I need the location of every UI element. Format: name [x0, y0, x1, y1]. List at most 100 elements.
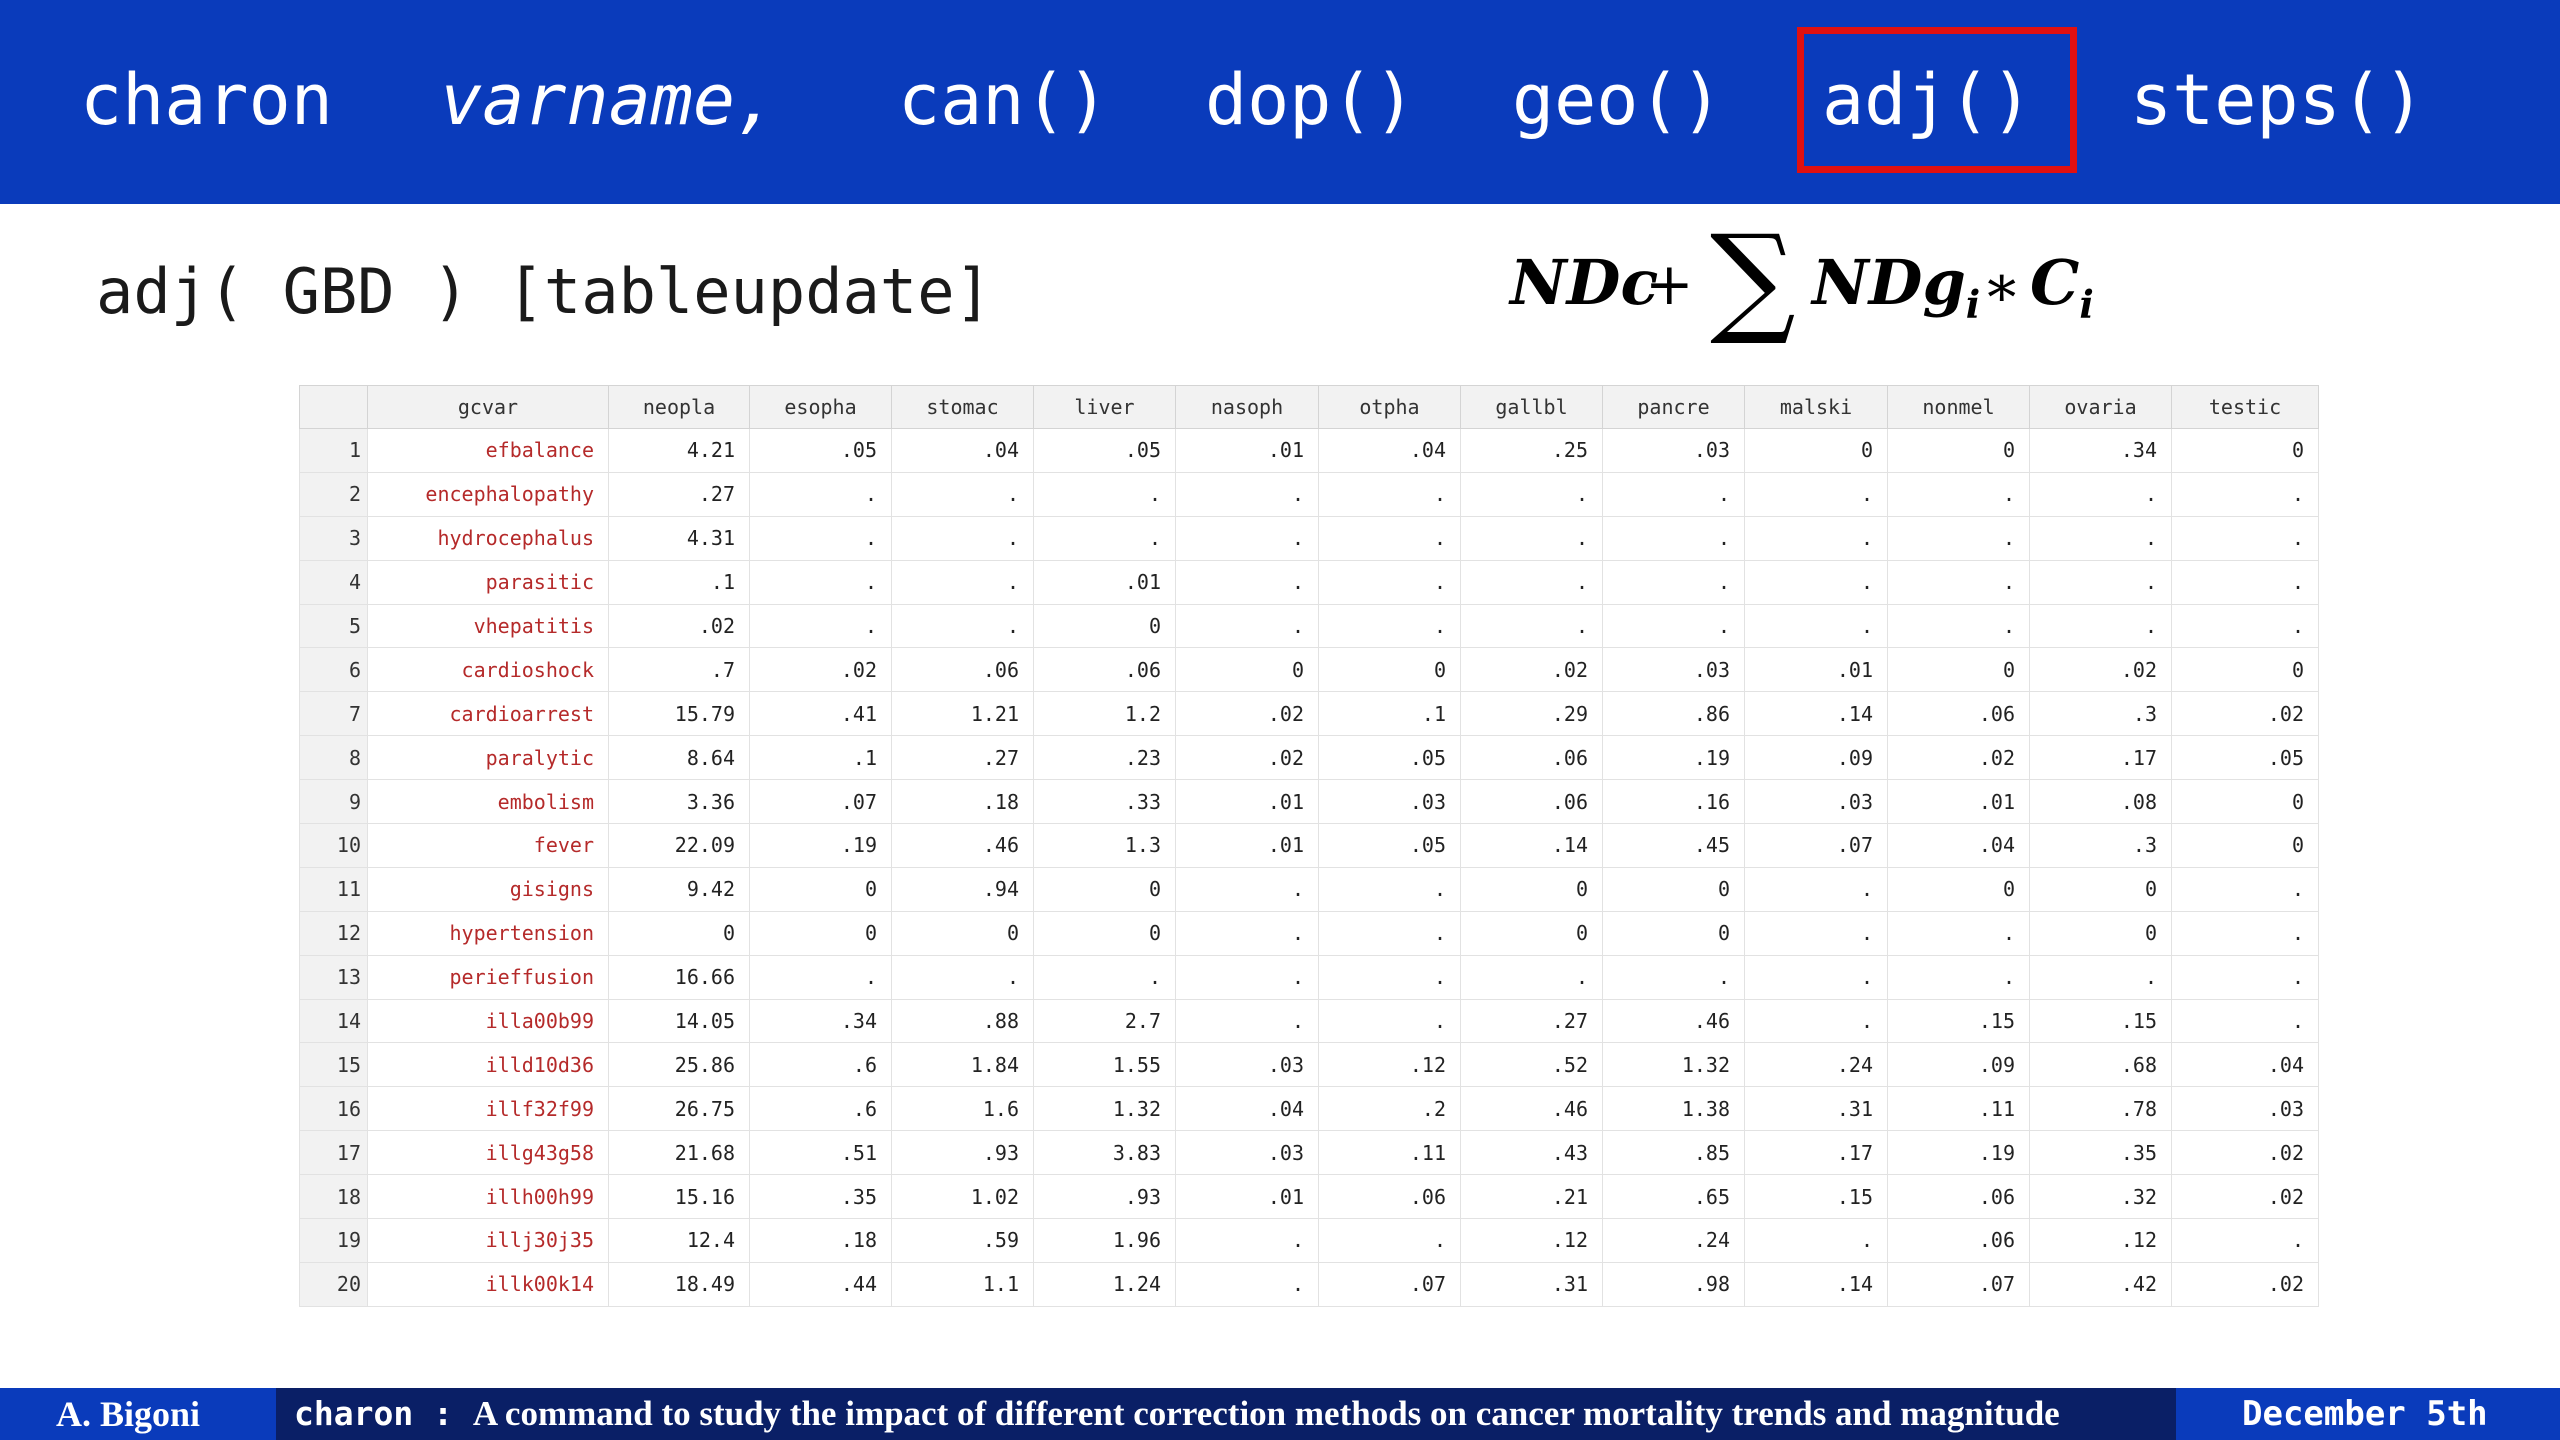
- cell-ovaria[interactable]: .: [2029, 954, 2172, 1000]
- cell-gcvar[interactable]: parasitic: [367, 559, 609, 605]
- cell-ovaria[interactable]: .: [2029, 559, 2172, 605]
- column-header-nasoph[interactable]: nasoph: [1175, 385, 1319, 429]
- cell-gcvar[interactable]: encephalopathy: [367, 471, 609, 517]
- cell-stomac[interactable]: .93: [891, 1130, 1034, 1176]
- cell-neopla[interactable]: 22.09: [608, 823, 750, 868]
- cell-pancre[interactable]: .03: [1602, 428, 1745, 473]
- cell-gcvar[interactable]: hydrocephalus: [367, 515, 609, 561]
- cell-gallbl[interactable]: .46: [1460, 1086, 1603, 1132]
- cell-neopla[interactable]: 25.86: [608, 1042, 750, 1088]
- cell-liver[interactable]: 3.83: [1033, 1130, 1176, 1176]
- table-row[interactable]: 12 hypertension 0 0 0 0.. 0 0.. 0.: [299, 910, 2319, 956]
- cell-gcvar[interactable]: paralytic: [367, 735, 609, 781]
- cell-stomac[interactable]: .88: [891, 998, 1034, 1044]
- cell-esopha[interactable]: .1: [749, 735, 892, 781]
- cell-esopha[interactable]: .19: [749, 823, 892, 868]
- column-header-ovaria[interactable]: ovaria: [2029, 385, 2172, 429]
- row-number[interactable]: 11: [299, 866, 368, 912]
- cell-otpha[interactable]: .: [1318, 1218, 1461, 1263]
- cell-otpha[interactable]: .1: [1318, 691, 1461, 737]
- cell-otpha[interactable]: .12: [1318, 1042, 1461, 1088]
- row-number[interactable]: 8: [299, 735, 368, 781]
- cell-nonmel[interactable]: .04: [1887, 823, 2030, 868]
- table-row[interactable]: 16 illf32f99 26.75.6 1.6 1.32.04.2.46 1.38.31…: [299, 1086, 2319, 1132]
- table-row[interactable]: 5 vhepatitis .02.. 0........: [299, 603, 2319, 649]
- cell-malski[interactable]: 0: [1744, 428, 1888, 473]
- table-row[interactable]: 13 perieffusion 16.66...........: [299, 954, 2319, 1000]
- cell-neopla[interactable]: 26.75: [608, 1086, 750, 1132]
- cell-testic[interactable]: .02: [2171, 1130, 2319, 1176]
- row-number[interactable]: 7: [299, 691, 368, 737]
- cell-stomac[interactable]: .46: [891, 823, 1034, 868]
- cell-pancre[interactable]: .98: [1602, 1261, 1745, 1307]
- cell-testic[interactable]: .02: [2171, 1174, 2319, 1220]
- table-row[interactable]: 2 encephalopathy .27...........: [299, 471, 2319, 517]
- cell-gallbl[interactable]: .: [1460, 515, 1603, 561]
- table-row[interactable]: 15 illd10d36 25.86.6 1.84 1.55.03.12.52 1.32.…: [299, 1042, 2319, 1088]
- cell-pancre[interactable]: .19: [1602, 735, 1745, 781]
- table-row[interactable]: 9 embolism 3.36.07.18.33.01.03.06.16.03.01…: [299, 779, 2319, 825]
- cell-pancre[interactable]: .: [1602, 603, 1745, 649]
- cell-nonmel[interactable]: .06: [1887, 1174, 2030, 1220]
- column-header-index[interactable]: [299, 385, 368, 429]
- cell-ovaria[interactable]: .42: [2029, 1261, 2172, 1307]
- cell-ovaria[interactable]: .12: [2029, 1218, 2172, 1263]
- cell-gallbl[interactable]: .14: [1460, 823, 1603, 868]
- cell-gcvar[interactable]: gisigns: [367, 866, 609, 912]
- cell-otpha[interactable]: .03: [1318, 779, 1461, 825]
- cell-malski[interactable]: .: [1744, 471, 1888, 517]
- row-number[interactable]: 5: [299, 603, 368, 649]
- cell-ovaria[interactable]: .78: [2029, 1086, 2172, 1132]
- cell-nonmel[interactable]: .06: [1887, 1218, 2030, 1263]
- cell-nonmel[interactable]: .11: [1887, 1086, 2030, 1132]
- table-row[interactable]: 8 paralytic 8.64.1.27.23.02.05.06.19.09.02…: [299, 735, 2319, 781]
- cell-liver[interactable]: 1.3: [1033, 823, 1176, 868]
- cell-nasoph[interactable]: .01: [1175, 823, 1319, 868]
- row-number[interactable]: 4: [299, 559, 368, 605]
- cell-liver[interactable]: .06: [1033, 647, 1176, 693]
- cell-gallbl[interactable]: .31: [1460, 1261, 1603, 1307]
- cell-esopha[interactable]: .07: [749, 779, 892, 825]
- cell-neopla[interactable]: 18.49: [608, 1261, 750, 1307]
- cell-ovaria[interactable]: .: [2029, 603, 2172, 649]
- cell-pancre[interactable]: .24: [1602, 1218, 1745, 1263]
- cell-pancre[interactable]: .85: [1602, 1130, 1745, 1176]
- cell-malski[interactable]: .: [1744, 998, 1888, 1044]
- cell-stomac[interactable]: .: [891, 471, 1034, 517]
- cell-ovaria[interactable]: .17: [2029, 735, 2172, 781]
- cell-otpha[interactable]: .: [1318, 998, 1461, 1044]
- cell-nonmel[interactable]: .: [1887, 559, 2030, 605]
- cell-nasoph[interactable]: .: [1175, 559, 1319, 605]
- table-row[interactable]: 3 hydrocephalus 4.31...........: [299, 515, 2319, 561]
- cell-gallbl[interactable]: .52: [1460, 1042, 1603, 1088]
- table-row[interactable]: 18 illh00h99 15.16.35 1.02.93.01.06.21.65.1…: [299, 1174, 2319, 1220]
- cell-pancre[interactable]: 0: [1602, 910, 1745, 956]
- cell-stomac[interactable]: .18: [891, 779, 1034, 825]
- cell-malski[interactable]: .14: [1744, 691, 1888, 737]
- cell-gallbl[interactable]: .25: [1460, 428, 1603, 473]
- cell-ovaria[interactable]: .15: [2029, 998, 2172, 1044]
- cell-otpha[interactable]: .: [1318, 471, 1461, 517]
- cell-pancre[interactable]: .45: [1602, 823, 1745, 868]
- cell-pancre[interactable]: .16: [1602, 779, 1745, 825]
- cell-esopha[interactable]: .6: [749, 1042, 892, 1088]
- cell-liver[interactable]: 0: [1033, 866, 1176, 912]
- cell-nonmel[interactable]: .: [1887, 603, 2030, 649]
- cell-gcvar[interactable]: efbalance: [367, 428, 609, 473]
- cell-esopha[interactable]: .41: [749, 691, 892, 737]
- cell-malski[interactable]: .09: [1744, 735, 1888, 781]
- column-header-otpha[interactable]: otpha: [1318, 385, 1461, 429]
- cell-nasoph[interactable]: .03: [1175, 1042, 1319, 1088]
- cell-ovaria[interactable]: .: [2029, 471, 2172, 517]
- cell-testic[interactable]: 0: [2171, 779, 2319, 825]
- cell-gcvar[interactable]: illf32f99: [367, 1086, 609, 1132]
- table-row[interactable]: 7 cardioarrest 15.79.41 1.21 1.2.02.1.29.86.…: [299, 691, 2319, 737]
- cell-nasoph[interactable]: .02: [1175, 691, 1319, 737]
- row-number[interactable]: 2: [299, 471, 368, 517]
- table-row[interactable]: 1 efbalance 4.21.05.04.05.01.04.25.03 0 0.34…: [299, 428, 2319, 473]
- cell-nasoph[interactable]: .: [1175, 998, 1319, 1044]
- cell-esopha[interactable]: .05: [749, 428, 892, 473]
- column-header-gallbl[interactable]: gallbl: [1460, 385, 1603, 429]
- cell-ovaria[interactable]: 0: [2029, 910, 2172, 956]
- cell-nonmel[interactable]: .: [1887, 954, 2030, 1000]
